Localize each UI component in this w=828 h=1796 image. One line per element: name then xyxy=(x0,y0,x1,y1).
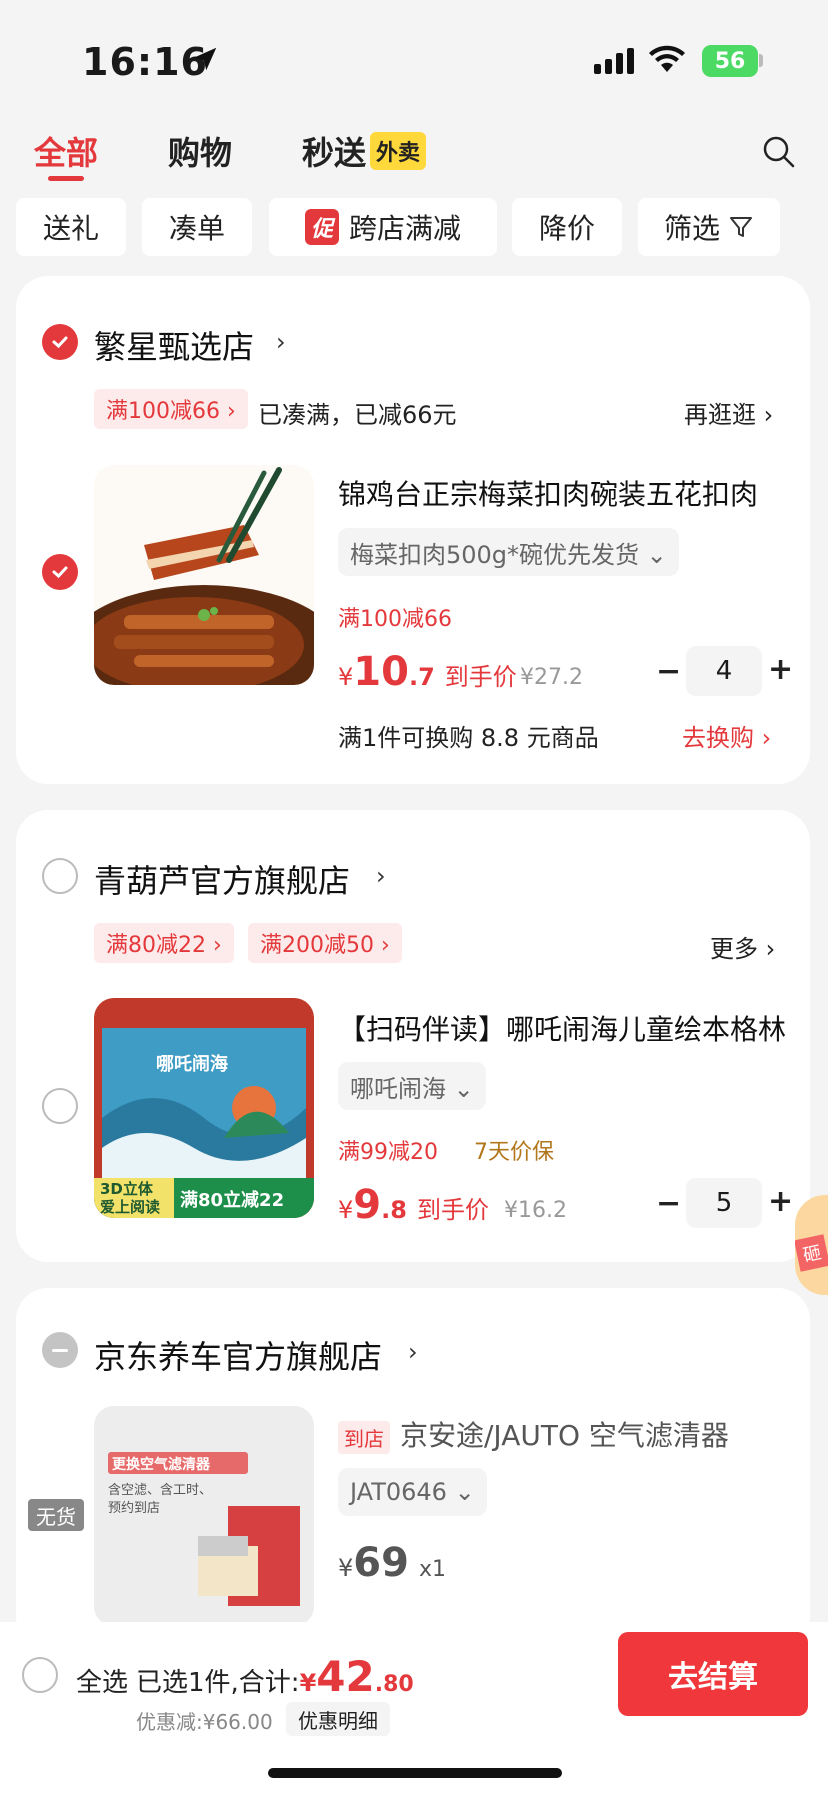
qty-minus-button-2[interactable]: − xyxy=(656,1186,681,1221)
thumb-head: 更换空气滤清器 xyxy=(112,1457,210,1473)
shop-checkbox-2[interactable] xyxy=(42,858,78,894)
more-promos-link[interactable]: 更多 › xyxy=(710,929,775,964)
chevron-right-icon: › xyxy=(276,328,286,356)
product-promo-2: 满99减20 xyxy=(338,1140,438,1165)
product-price-3: ¥69 x1 xyxy=(338,1540,446,1586)
chevron-right-icon: › xyxy=(376,862,386,890)
checkout-button[interactable]: 去结算 xyxy=(618,1632,808,1716)
product-image-1[interactable] xyxy=(94,465,314,685)
product-price-1: ¥10.7 到手价 xyxy=(338,649,517,695)
shop-card-3: 京东养车官方旗舰店 › 更换空气滤清器 含空滤、含工时、预约到店 到店 京安途/J… xyxy=(16,1288,810,1648)
funnel-icon xyxy=(730,217,752,237)
shop-name-3[interactable]: 京东养车官方旗舰店 xyxy=(94,1332,382,1378)
select-all-checkbox[interactable] xyxy=(22,1657,58,1693)
selected-summary: 已选1件,合计:¥42.80 xyxy=(136,1652,414,1701)
shop-promo-tag-2a[interactable]: 满80减22 › xyxy=(94,923,234,963)
product-original-price-1: ¥27.2 xyxy=(520,665,583,690)
check-icon xyxy=(52,336,68,349)
thumb-promo-label: 满80立减22 xyxy=(180,1190,285,1211)
promo-status-text: 已凑满，已减66元 xyxy=(258,401,457,429)
qty-minus-button-1[interactable]: − xyxy=(656,654,681,689)
tab-shopping[interactable]: 购物 xyxy=(168,128,232,174)
tab-active-underline xyxy=(48,176,84,181)
thumb-book-title: 哪吒闹海 xyxy=(156,1054,228,1075)
qty-plus-button-1[interactable]: + xyxy=(768,652,793,687)
floating-promo-badge[interactable]: 砸 xyxy=(795,1195,828,1295)
filter-screen[interactable]: 筛选 xyxy=(638,198,780,256)
filter-screen-label: 筛选 xyxy=(663,212,720,245)
product-promo-1: 满100减66 xyxy=(338,607,452,632)
product-original-price-2: ¥16.2 xyxy=(504,1198,567,1223)
filter-chips: 送礼 凑单 促跨店满减 降价 筛选 xyxy=(16,198,816,258)
total-price: ¥42.80 xyxy=(299,1652,414,1701)
location-arrow-icon xyxy=(190,44,220,78)
product-spec-selector-3[interactable]: JAT0646 ⌄ xyxy=(338,1468,487,1516)
price-guarantee-tag: 7天价保 xyxy=(474,1140,554,1165)
home-indicator xyxy=(268,1768,562,1778)
product-image-3[interactable]: 更换空气滤清器 含空滤、含工时、预约到店 xyxy=(94,1406,314,1626)
qty-plus-button-2[interactable]: + xyxy=(768,1184,793,1219)
product-image-2[interactable]: 哪吒闹海 3D立体 爱上阅读 满80立减22 xyxy=(94,998,314,1218)
product-price-2: ¥9.8 到手价 xyxy=(338,1182,489,1228)
in-store-tag: 到店 xyxy=(338,1420,390,1454)
checkout-bar: 全选 已选1件,合计:¥42.80 优惠减:¥66.00 优惠明细 去结算 xyxy=(0,1622,828,1796)
browse-more-link[interactable]: 再逛逛 › xyxy=(684,395,773,430)
item-checkbox-2[interactable] xyxy=(42,1088,78,1124)
shop-promo-tag-1[interactable]: 满100减66 › xyxy=(94,389,248,429)
product-title-1[interactable]: 锦鸡台正宗梅菜扣肉碗装五花扣肉 xyxy=(338,473,758,513)
thumb-sub: 含空滤、含工时、预约到店 xyxy=(108,1483,213,1516)
product-title-3-text: 京安途/JAUTO 空气滤清器 xyxy=(400,1419,729,1452)
promo-badge: 促 xyxy=(304,209,339,245)
shop-name-2[interactable]: 青葫芦官方旗舰店 xyxy=(94,856,350,902)
go-exchange-link[interactable]: 去换购 › xyxy=(682,718,771,753)
battery-cap xyxy=(759,54,763,67)
qty-input-1[interactable]: 4 xyxy=(686,646,762,696)
filter-cross-store[interactable]: 促跨店满减 xyxy=(269,198,497,256)
shop-card-2: 青葫芦官方旗舰店 › 满80减22 › 满200减50 › 更多 › 哪吒闹海 … xyxy=(16,810,810,1262)
chevron-right-icon: › xyxy=(408,1338,418,1366)
search-icon[interactable] xyxy=(762,135,796,173)
cellular-signal-icon xyxy=(594,48,638,78)
tab-all[interactable]: 全部 xyxy=(34,128,98,174)
product-spec-selector-2[interactable]: 哪吒闹海 ⌄ xyxy=(338,1062,486,1110)
product-title-3[interactable]: 到店 京安途/JAUTO 空气滤清器 xyxy=(338,1414,729,1454)
out-of-stock-badge: 无货 xyxy=(28,1499,84,1531)
item-checkbox-1[interactable] xyxy=(42,554,78,590)
floating-promo-label: 砸 xyxy=(795,1234,828,1272)
product-title-2[interactable]: 【扫码伴读】哪吒闹海儿童绘本格林 xyxy=(338,1008,786,1048)
filter-gift[interactable]: 送礼 xyxy=(16,198,126,256)
qty-input-2[interactable]: 5 xyxy=(686,1178,762,1228)
filter-cross-label: 跨店满减 xyxy=(349,212,462,245)
shop-checkbox-1[interactable] xyxy=(42,324,78,360)
wifi-icon xyxy=(648,44,686,78)
shop-promo-tag-2b[interactable]: 满200减50 › xyxy=(248,923,402,963)
battery-icon: 56 xyxy=(702,45,758,77)
status-bar: 16:16 56 xyxy=(0,0,828,110)
filter-combine[interactable]: 凑单 xyxy=(142,198,252,256)
exchange-offer-text: 满1件可换购 8.8 元商品 xyxy=(338,724,599,752)
discount-detail-button[interactable]: 优惠明细 xyxy=(286,1702,390,1736)
shop-checkbox-3-disabled xyxy=(42,1332,78,1368)
tab-express-label: 秒送 xyxy=(302,134,367,172)
tab-express[interactable]: 秒送 外卖 xyxy=(302,128,427,174)
product-spec-selector-1[interactable]: 梅菜扣肉500g*碗优先发货 ⌄ xyxy=(338,528,679,576)
discount-amount: 优惠减:¥66.00 xyxy=(136,1710,273,1734)
filter-price-drop[interactable]: 降价 xyxy=(512,198,622,256)
thumb-read-label: 爱上阅读 xyxy=(100,1198,161,1216)
cart-tabs: 全部 购物 秒送 外卖 xyxy=(0,128,828,188)
shop-name-1[interactable]: 繁星甄选店 xyxy=(94,322,254,368)
select-all-label[interactable]: 全选 xyxy=(76,1662,128,1699)
takeout-badge: 外卖 xyxy=(370,132,427,170)
shop-card-1: 繁星甄选店 › 满100减66 › 已凑满，已减66元 再逛逛 › 锦鸡台正宗梅… xyxy=(16,276,810,784)
check-icon xyxy=(52,566,68,579)
